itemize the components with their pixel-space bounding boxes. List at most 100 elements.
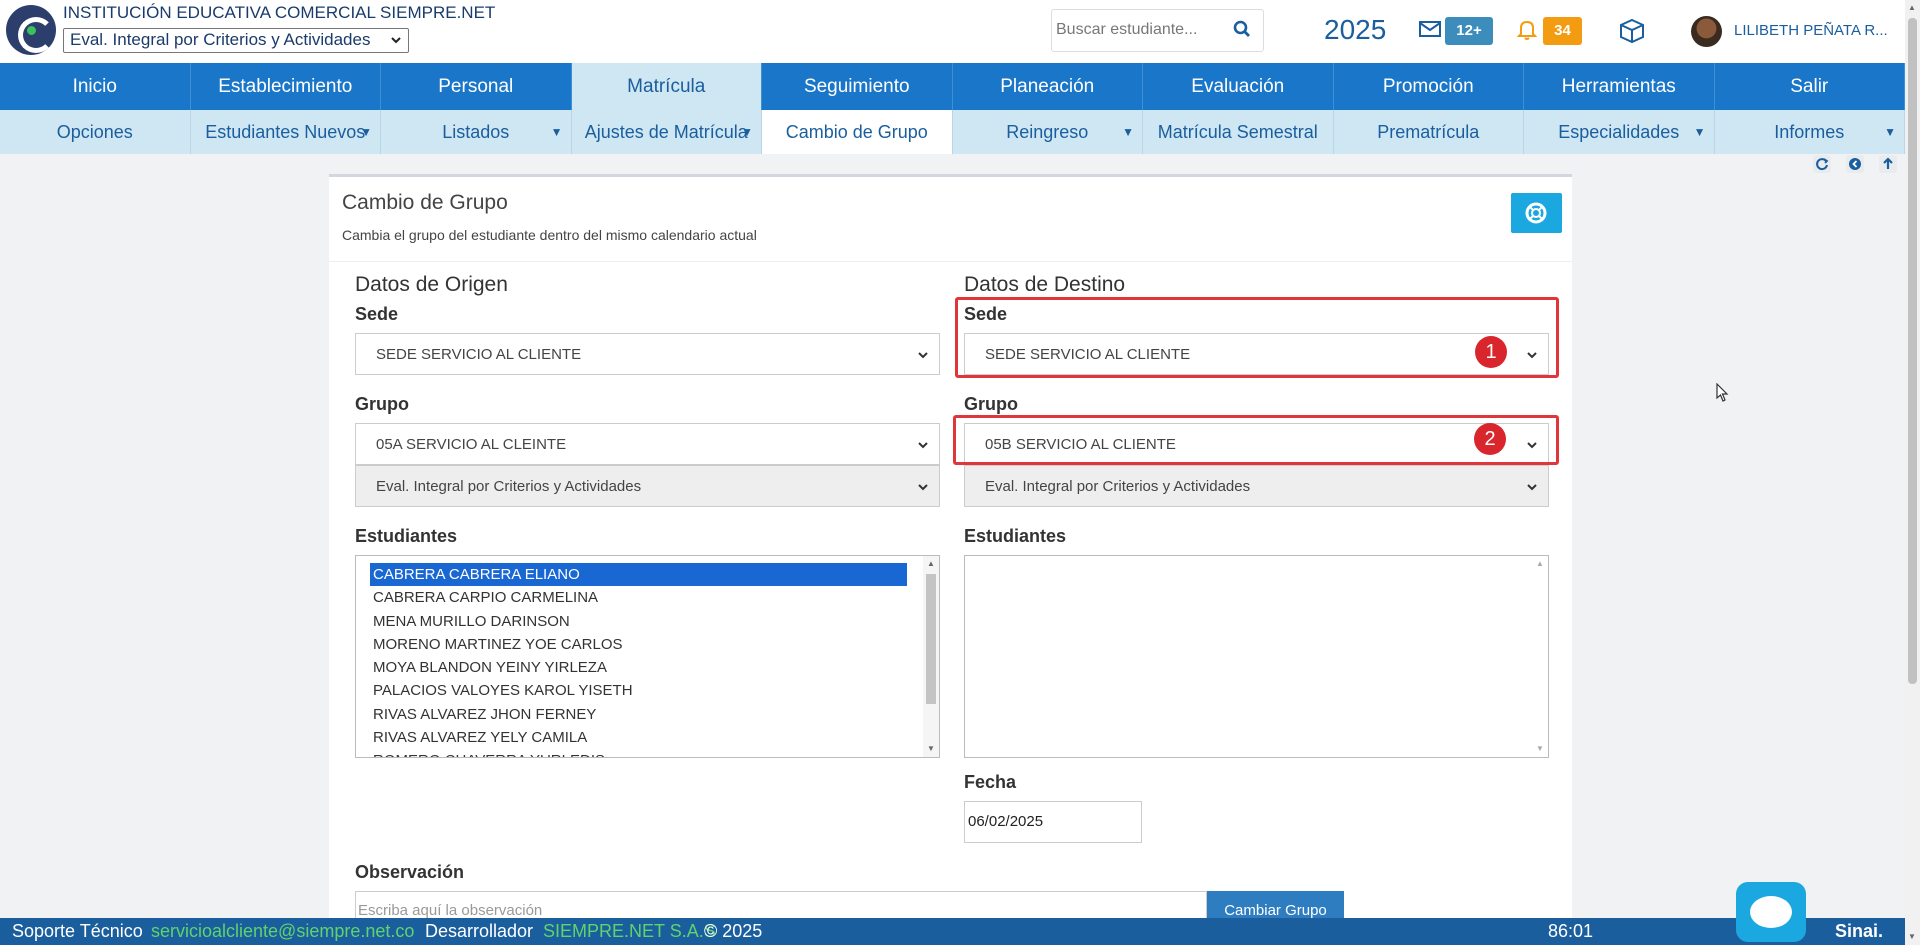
- destination-section-title: Datos de Destino: [964, 273, 1126, 296]
- support-email-link[interactable]: servicioalcliente@siempre.net.co: [151, 918, 414, 945]
- highlight-box-sede: [955, 297, 1559, 378]
- origin-sede-select[interactable]: SEDE SERVICIO AL CLIENTE: [355, 333, 940, 375]
- top-header: INSTITUCIÓN EDUCATIVA COMERCIAL SIEMPRE.…: [0, 0, 1905, 63]
- cube-icon[interactable]: [1618, 17, 1646, 50]
- origin-grupo-value: 05A SERVICIO AL CLEINTE: [376, 436, 567, 453]
- arrow-up-icon[interactable]: [1878, 154, 1898, 179]
- submenu-item-prematricula[interactable]: Prematrícula: [1334, 110, 1524, 154]
- menu-item-planeacion[interactable]: Planeación: [952, 63, 1143, 110]
- student-option[interactable]: ROMERO CHAVERRA YURLEDIS: [356, 749, 907, 757]
- student-option[interactable]: MOYA BLANDON YEINY YIRLEZA: [356, 656, 907, 679]
- origin-grupo-label: Grupo: [355, 394, 409, 414]
- support-label: Soporte Técnico: [12, 921, 143, 941]
- scroll-down-icon[interactable]: ▼: [1536, 744, 1544, 753]
- menu-item-establecimiento[interactable]: Establecimiento: [190, 63, 381, 110]
- fecha-label: Fecha: [964, 772, 1017, 792]
- page-title: Cambio de Grupo: [342, 191, 508, 214]
- submenu-item-opciones[interactable]: Opciones: [0, 110, 191, 154]
- submenu-item-ajustes-matricula[interactable]: Ajustes de Matrícula ▼: [572, 110, 762, 154]
- scroll-up-icon[interactable]: ▲: [1536, 559, 1544, 568]
- origin-section-title: Datos de Origen: [355, 273, 508, 296]
- chevron-down-icon: [390, 30, 402, 53]
- origin-evaluation-value: Eval. Integral por Criterios y Actividad…: [376, 478, 642, 495]
- scroll-down-icon[interactable]: ▼: [1908, 932, 1916, 941]
- submenu-item-matricula-semestral[interactable]: Matrícula Semestral: [1143, 110, 1334, 154]
- user-name[interactable]: LILIBETH PEÑATA R...: [1734, 22, 1888, 39]
- student-option[interactable]: CABRERA CARPIO CARMELINA: [356, 586, 907, 609]
- mouse-cursor-icon: [1716, 382, 1730, 408]
- submenu-label: Especialidades: [1558, 122, 1680, 142]
- origin-students-list[interactable]: CABRERA CABRERA ELIANO CABRERA CARPIO CA…: [355, 555, 940, 758]
- card-divider: [329, 261, 1572, 262]
- scroll-up-icon[interactable]: ▲: [927, 559, 935, 568]
- calendar-select[interactable]: Eval. Integral por Criterios y Actividad…: [63, 28, 409, 53]
- copyright: © 2025: [704, 921, 763, 941]
- caret-down-icon: ▼: [550, 125, 563, 139]
- origin-evaluation-select[interactable]: Eval. Integral por Criterios y Actividad…: [355, 465, 940, 507]
- student-option[interactable]: MENA MURILLO DARINSON: [356, 610, 907, 633]
- destination-students-list[interactable]: ▲ ▼: [964, 555, 1549, 758]
- menu-item-herramientas[interactable]: Herramientas: [1524, 63, 1715, 110]
- student-option[interactable]: RIVAS ALVAREZ JHON FERNEY: [356, 703, 907, 726]
- envelope-icon[interactable]: [1419, 20, 1441, 43]
- messages-badge[interactable]: 12+: [1445, 17, 1493, 45]
- origin-sede-value: SEDE SERVICIO AL CLIENTE: [376, 346, 582, 363]
- highlight-box-grupo: [953, 415, 1559, 465]
- help-button[interactable]: [1511, 193, 1562, 233]
- menu-item-personal[interactable]: Personal: [381, 63, 572, 110]
- page-scrollbar[interactable]: ▲ ▼: [1905, 0, 1920, 945]
- notifications-badge[interactable]: 34: [1543, 17, 1582, 45]
- student-option[interactable]: PALACIOS VALOYES KAROL YISETH: [356, 679, 907, 702]
- chevron-down-icon: [917, 438, 929, 450]
- origin-grupo-select[interactable]: 05A SERVICIO AL CLEINTE: [355, 423, 940, 465]
- list-scrollbar[interactable]: ▲ ▼: [923, 556, 939, 757]
- refresh-icon[interactable]: [1812, 154, 1832, 179]
- search-input[interactable]: [1052, 10, 1222, 50]
- menu-item-inicio[interactable]: Inicio: [0, 63, 191, 110]
- scrollbar-thumb[interactable]: [926, 574, 936, 704]
- submenu-item-estudiantes-nuevos[interactable]: Estudiantes Nuevos ▼: [191, 110, 381, 154]
- menu-item-promocion[interactable]: Promoción: [1333, 63, 1524, 110]
- caret-down-icon: ▼: [360, 125, 372, 139]
- avatar[interactable]: [1691, 16, 1722, 47]
- brand-logo: Sinai.: [1835, 921, 1884, 941]
- scroll-down-icon[interactable]: ▼: [927, 744, 935, 753]
- sub-menu: Opciones Estudiantes Nuevos ▼ Listados ▼ A…: [0, 110, 1905, 154]
- bell-icon[interactable]: [1516, 19, 1538, 46]
- destination-students-label: Estudiantes: [964, 526, 1067, 546]
- destination-evaluation-select[interactable]: Eval. Integral por Criterios y Actividad…: [964, 465, 1549, 507]
- menu-item-evaluacion[interactable]: Evaluación: [1143, 63, 1334, 110]
- search-icon[interactable]: [1233, 20, 1253, 40]
- submenu-item-informes[interactable]: Informes ▼: [1715, 110, 1905, 154]
- submenu-item-cambio-grupo[interactable]: Cambio de Grupo: [762, 110, 953, 154]
- chevron-down-icon: [917, 480, 929, 492]
- menu-item-matricula[interactable]: Matrícula: [571, 63, 762, 110]
- list-scrollbar[interactable]: ▲ ▼: [1532, 556, 1548, 757]
- menu-item-salir[interactable]: Salir: [1714, 63, 1905, 110]
- chat-bubble-icon[interactable]: [1736, 882, 1806, 942]
- caret-down-icon: ▼: [741, 125, 753, 139]
- observacion-label: Observación: [355, 862, 465, 882]
- back-icon[interactable]: [1845, 154, 1865, 179]
- calendar-select-value: Eval. Integral por Criterios y Actividad…: [70, 30, 371, 49]
- submenu-item-reingreso[interactable]: Reingreso ▼: [953, 110, 1143, 154]
- scroll-up-icon[interactable]: ▲: [1908, 3, 1916, 12]
- submenu-item-especialidades[interactable]: Especialidades ▼: [1524, 110, 1715, 154]
- developer-link[interactable]: SIEMPRE.NET S.A.S: [543, 918, 716, 945]
- developer-label: Desarrollador: [425, 921, 534, 941]
- caret-down-icon: ▼: [1884, 125, 1896, 139]
- annotation-marker-1: 1: [1475, 336, 1507, 368]
- submenu-item-listados[interactable]: Listados ▼: [381, 110, 572, 154]
- student-option[interactable]: CABRERA CABRERA ELIANO: [370, 563, 907, 587]
- submenu-label: Listados: [442, 122, 510, 142]
- menu-item-seguimiento[interactable]: Seguimiento: [762, 63, 953, 110]
- lifebuoy-icon: [1525, 202, 1547, 224]
- student-option[interactable]: MORENO MARTINEZ YOE CARLOS: [356, 633, 907, 656]
- scrollbar-thumb[interactable]: [1908, 18, 1917, 684]
- active-year[interactable]: 2025: [1324, 14, 1386, 46]
- student-option[interactable]: RIVAS ALVAREZ YELY CAMILA: [356, 726, 907, 749]
- fecha-input[interactable]: 06/02/2025: [964, 801, 1142, 843]
- institution-logo[interactable]: [6, 5, 56, 55]
- submenu-label: Reingreso: [1006, 122, 1089, 142]
- origin-students-label: Estudiantes: [355, 526, 458, 546]
